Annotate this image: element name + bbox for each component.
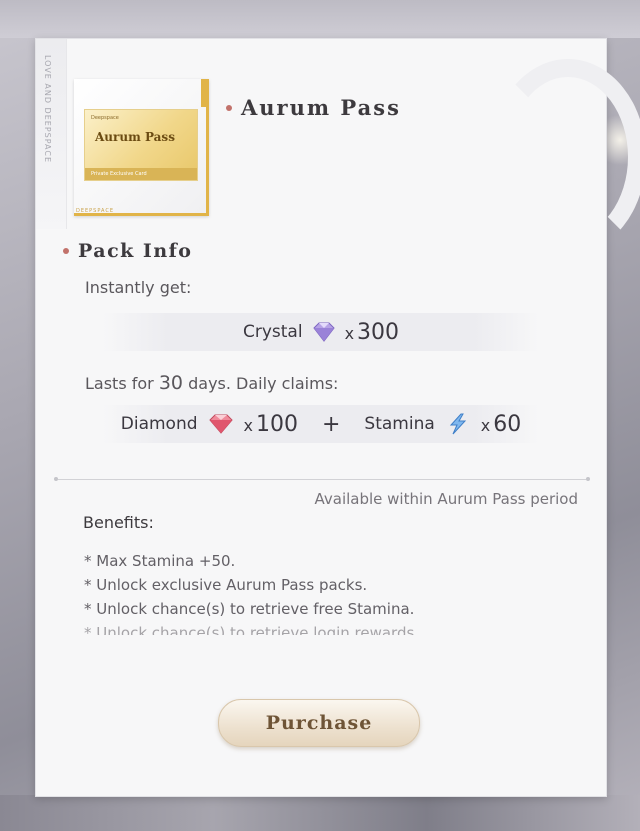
pack-info-heading: Pack Info (78, 240, 193, 262)
background-bottom (0, 795, 640, 831)
stamina-multiplier: x (480, 415, 491, 435)
crystal-quantity: 300 (357, 319, 400, 345)
side-brand-text: LOVE AND DEEPSPACE (43, 55, 52, 164)
availability-note: Available within Aurum Pass period (314, 490, 579, 508)
bullet-dot-icon (226, 104, 232, 111)
card-brand: Deepspace (91, 115, 119, 121)
crystal-multiplier: x (344, 323, 355, 343)
card-tag (201, 79, 209, 107)
purchase-button[interactable]: Purchase (218, 699, 420, 747)
diamond-icon (208, 414, 233, 434)
duration-text: Lasts for 30 days. Daily claims: (85, 372, 338, 394)
duration-days: 30 (158, 372, 184, 394)
card-face: Deepspace Aurum Pass Private Exclusive C… (84, 109, 198, 181)
diamond-label: Diamond (120, 414, 198, 434)
instant-reward-row: Crystal x 300 (103, 313, 539, 351)
benefit-item: * Unlock exclusive Aurum Pass packs. (84, 576, 368, 594)
stamina-label: Stamina (364, 414, 435, 434)
card-subtitle: Private Exclusive Card (85, 168, 197, 180)
instant-label: Instantly get: (85, 278, 192, 297)
plus-sign: + (321, 411, 341, 437)
crystal-icon (312, 322, 335, 342)
decorative-arc (490, 59, 640, 255)
aurum-pass-card-image: Deepspace Aurum Pass Private Exclusive C… (74, 79, 209, 216)
side-strip: LOVE AND DEEPSPACE (36, 39, 67, 229)
pass-title-row: Aurum Pass (226, 95, 401, 120)
benefits-heading: Benefits: (83, 513, 154, 532)
pass-title: Aurum Pass (241, 95, 401, 120)
stamina-icon (449, 413, 466, 435)
background-top (0, 0, 640, 38)
diamond-multiplier: x (243, 415, 253, 435)
benefits-list: * Max Stamina +50. * Unlock exclusive Au… (84, 549, 544, 635)
duration-suffix: days. Daily claims: (183, 374, 339, 393)
benefit-item: * Unlock chance(s) to retrieve free Stam… (84, 600, 415, 618)
stamina-quantity: 60 (493, 411, 522, 437)
duration-prefix: Lasts for (85, 374, 159, 393)
benefit-item: * Unlock chance(s) to retrieve login rew… (84, 624, 420, 635)
diamond-quantity: 100 (255, 411, 298, 437)
benefit-item: * Max Stamina +50. (84, 552, 236, 570)
bullet-dot-icon (63, 248, 69, 254)
daily-claims-row: Diamond x 100 + Stamina x 60 (103, 405, 539, 443)
crystal-label: Crystal (242, 322, 303, 342)
card-title: Aurum Pass (95, 130, 175, 144)
pack-info-heading-row: Pack Info (63, 240, 192, 262)
pack-detail-panel: LOVE AND DEEPSPACE Deepspace Aurum Pass … (35, 38, 640, 797)
card-footer: DEEPSPACE (76, 208, 115, 214)
section-divider (54, 477, 590, 481)
